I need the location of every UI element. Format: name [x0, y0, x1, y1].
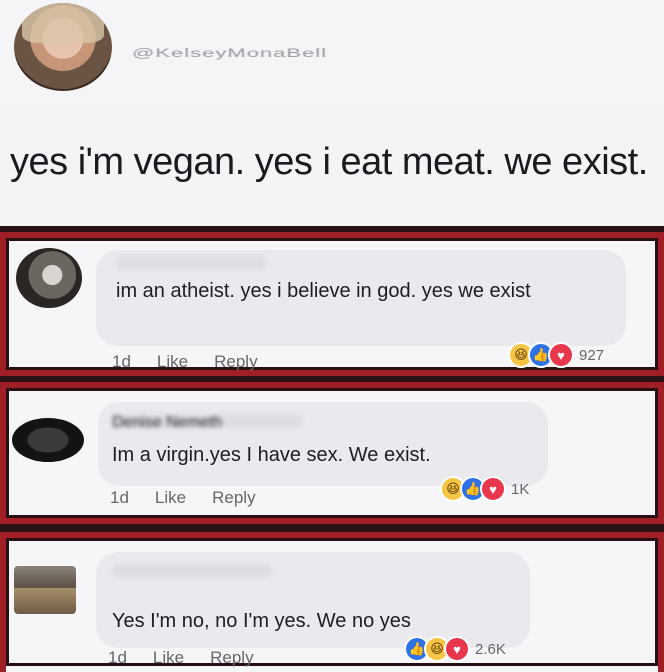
comment-block: Denise Nemeth Im a virgin.yes I have sex… — [0, 382, 664, 524]
timestamp: 1d — [110, 488, 129, 507]
timestamp: 1d — [112, 352, 131, 371]
reactions[interactable]: 👍 😆 ♥ 2.6K — [404, 636, 506, 662]
commenter-name[interactable] — [112, 564, 272, 578]
avatar[interactable] — [14, 3, 112, 91]
like-link[interactable]: Like — [153, 648, 184, 667]
comment-text: Im a virgin.yes I have sex. We exist. — [112, 444, 431, 466]
avatar[interactable] — [12, 418, 84, 462]
comment-text: Yes I'm no, no I'm yes. We no yes — [112, 610, 411, 632]
tweet-header: @KelseyMonaBell — [0, 0, 664, 110]
comment-meta: 1d Like Reply — [108, 648, 280, 668]
comment-meta: 1d Like Reply — [110, 488, 282, 508]
timestamp: 1d — [108, 648, 127, 667]
comment-text: im an atheist. yes i believe in god. yes… — [116, 280, 531, 302]
tweet-text: yes i'm vegan. yes i eat meat. we exist. — [10, 141, 648, 183]
comment-meta: 1d Like Reply — [112, 352, 284, 372]
like-link[interactable]: Like — [155, 488, 186, 507]
reply-link[interactable]: Reply — [210, 648, 253, 667]
reply-link[interactable]: Reply — [214, 352, 257, 371]
reply-link[interactable]: Reply — [212, 488, 255, 507]
reaction-count: 927 — [579, 346, 605, 364]
comment-block: Yes I'm no, no I'm yes. We no yes 1d Like… — [0, 532, 664, 672]
reactions[interactable]: 😆 👍 ♥ 927 — [508, 342, 605, 368]
comment-block: im an atheist. yes i believe in god. yes… — [0, 232, 664, 376]
love-icon: ♥ — [444, 636, 470, 662]
tweet-handle[interactable]: @KelseyMonaBell — [132, 46, 327, 60]
avatar[interactable] — [14, 566, 76, 614]
avatar[interactable] — [16, 248, 82, 308]
comment-bubble: Yes I'm no, no I'm yes. We no yes — [96, 552, 530, 648]
reactions[interactable]: 😆 👍 ♥ 1K — [440, 476, 530, 502]
commenter-name[interactable]: Denise Nemeth — [112, 414, 302, 431]
reaction-count: 1K — [511, 480, 530, 498]
comment-bubble: Denise Nemeth Im a virgin.yes I have sex… — [98, 402, 548, 486]
comment-bubble: im an atheist. yes i believe in god. yes… — [96, 250, 626, 346]
commenter-name[interactable] — [116, 256, 266, 270]
love-icon: ♥ — [480, 476, 506, 502]
reaction-count: 2.6K — [475, 640, 506, 658]
love-icon: ♥ — [548, 342, 574, 368]
like-link[interactable]: Like — [157, 352, 188, 371]
